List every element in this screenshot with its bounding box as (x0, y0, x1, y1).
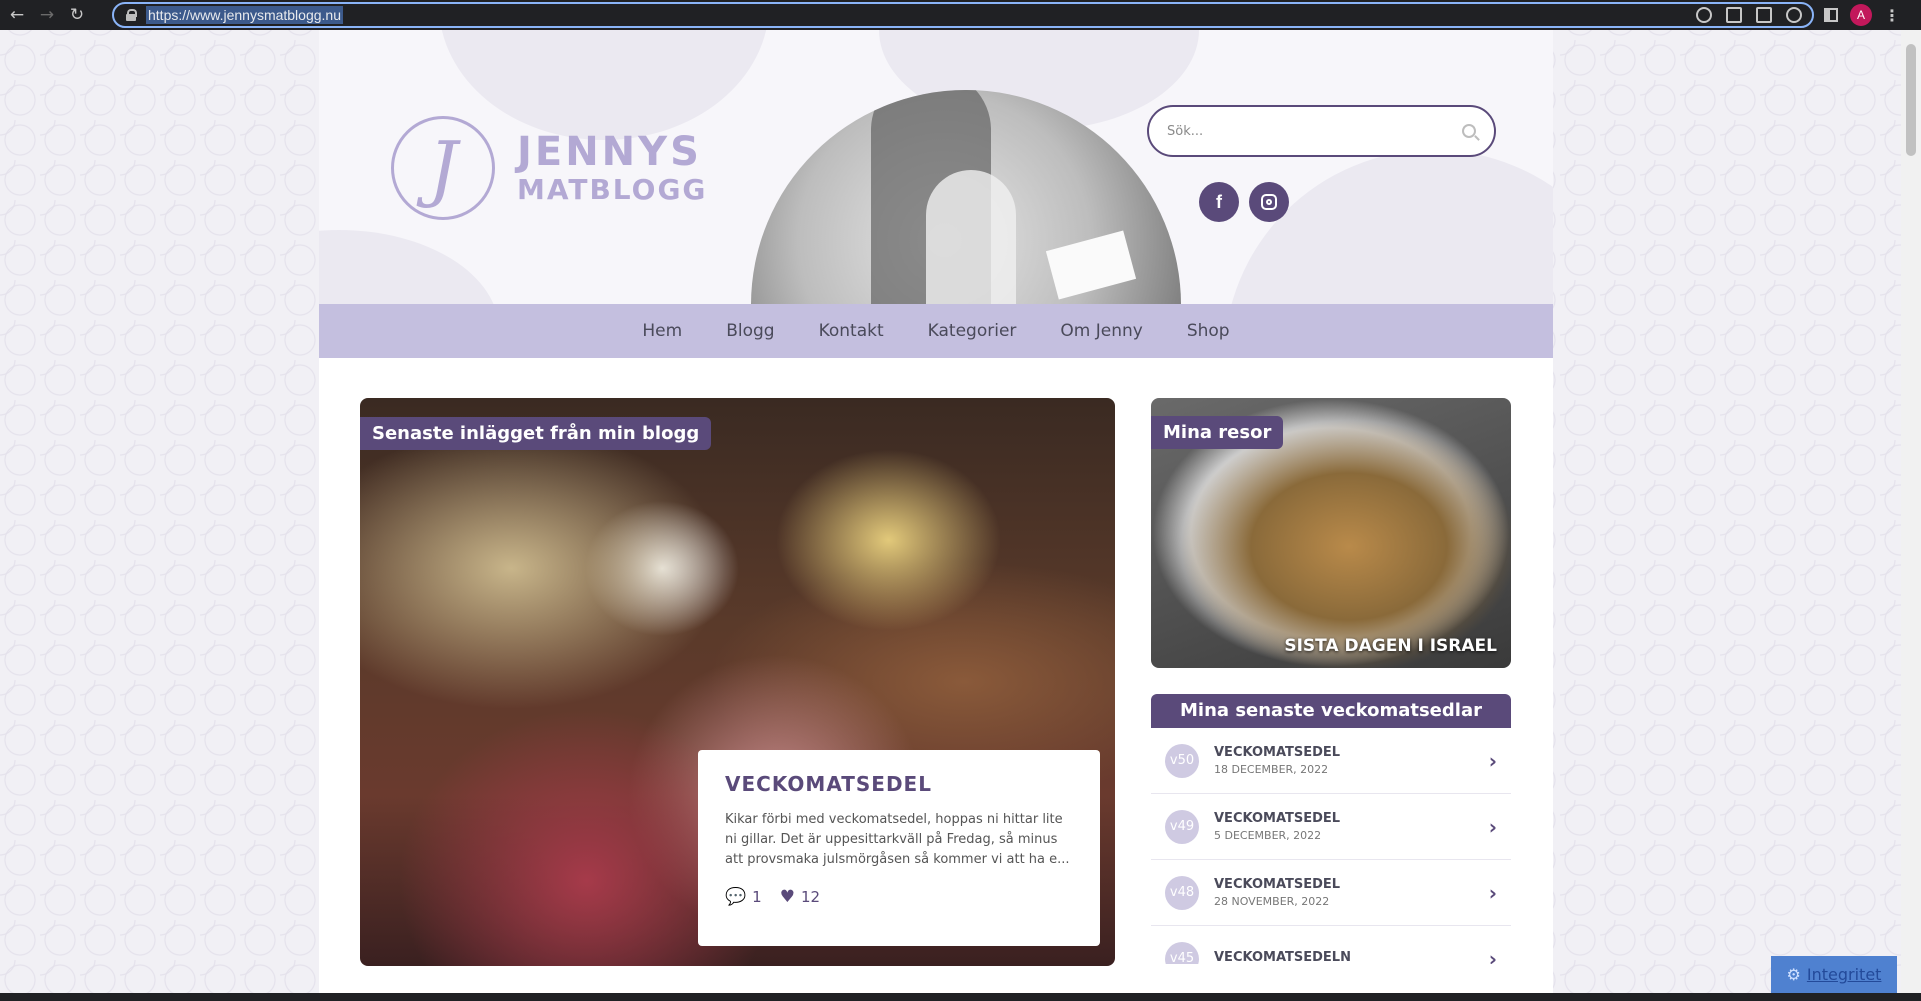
menu-date: 28 NOVEMBER, 2022 (1214, 895, 1330, 908)
featured-post[interactable]: Senaste inlägget från min blogg VECKOMAT… (360, 398, 1115, 966)
nav-item-kategorier[interactable]: Kategorier (928, 321, 1017, 341)
logo-line2: MATBLOGG (517, 173, 708, 206)
window-bottom-edge (0, 993, 1921, 1001)
share-icon[interactable] (1756, 7, 1772, 23)
featured-tag: Senaste inlägget från min blogg (360, 417, 712, 450)
address-bar[interactable]: https://www.jennysmatblogg.nu (112, 2, 1814, 28)
browser-toolbar: ← → ↻ https://www.jennysmatblogg.nu A ⋮ (0, 0, 1921, 30)
weekly-menus-widget: Mina senaste veckomatsedlar v50 VECKOMAT… (1151, 694, 1511, 964)
weekly-menus-header: Mina senaste veckomatsedlar (1151, 694, 1511, 728)
google-lens-icon[interactable] (1696, 7, 1712, 23)
chevron-right-icon[interactable]: › (1489, 749, 1497, 773)
reload-icon[interactable]: ↻ (64, 2, 90, 28)
nav-item-om-jenny[interactable]: Om Jenny (1060, 321, 1142, 341)
url-text[interactable]: https://www.jennysmatblogg.nu (146, 6, 343, 24)
week-badge: v45 (1165, 941, 1199, 964)
chevron-right-icon[interactable]: › (1489, 815, 1497, 839)
scrollbar-thumb[interactable] (1906, 44, 1916, 156)
post-excerpt: Kikar förbi med veckomatsedel, hoppas ni… (725, 812, 1070, 867)
page-scrollbar[interactable] (1901, 30, 1921, 993)
privacy-label: Integritet (1806, 965, 1882, 984)
decor-circle (319, 230, 499, 304)
weekly-menus-list: v50 VECKOMATSEDEL 18 DECEMBER, 2022 › v4… (1151, 728, 1511, 964)
comment-icon: 💬 (725, 886, 747, 907)
chevron-right-icon[interactable]: › (1489, 881, 1497, 905)
comments-count[interactable]: 💬 1 (725, 888, 762, 906)
more-menu-icon[interactable]: ⋮ (1884, 6, 1900, 25)
heart-icon: ♥ (779, 886, 795, 907)
search-icon[interactable] (1462, 124, 1476, 138)
list-item[interactable]: v45 VECKOMATSEDELN › (1151, 926, 1511, 964)
translate-icon[interactable] (1726, 7, 1742, 23)
nav-item-hem[interactable]: Hem (642, 321, 682, 341)
post-meta: 💬 1 ♥ 12 (725, 888, 1073, 906)
back-icon[interactable]: ← (4, 2, 30, 28)
site-header: J JENNYS MATBLOGG f (319, 30, 1553, 304)
week-badge: v50 (1165, 743, 1199, 778)
list-item[interactable]: v50 VECKOMATSEDEL 18 DECEMBER, 2022 › (1151, 728, 1511, 794)
menu-title: VECKOMATSEDELN (1214, 949, 1351, 965)
chevron-right-icon[interactable]: › (1489, 947, 1497, 965)
nav-item-shop[interactable]: Shop (1187, 321, 1230, 341)
menu-title: VECKOMATSEDEL (1214, 745, 1341, 760)
logo-line1: JENNYS (517, 129, 702, 175)
lock-icon[interactable] (126, 9, 137, 21)
logo-monogram-icon: J (391, 116, 495, 220)
nav-item-blogg[interactable]: Blogg (726, 321, 774, 341)
main-nav: Hem Blogg Kontakt Kategorier Om Jenny Sh… (319, 304, 1553, 358)
facebook-icon[interactable]: f (1199, 182, 1239, 222)
week-badge: v49 (1165, 809, 1199, 844)
post-card[interactable]: VECKOMATSEDEL Kikar förbi med veckomatse… (698, 750, 1100, 946)
post-title[interactable]: VECKOMATSEDEL (725, 772, 1073, 796)
nav-item-kontakt[interactable]: Kontakt (819, 321, 884, 341)
main-content: Senaste inlägget från min blogg VECKOMAT… (319, 358, 1553, 966)
instagram-icon[interactable] (1249, 182, 1289, 222)
travel-card[interactable]: Mina resor SISTA DAGEN I ISRAEL (1151, 398, 1511, 668)
list-item[interactable]: v48 VECKOMATSEDEL 28 NOVEMBER, 2022 › (1151, 860, 1511, 926)
search-input[interactable] (1167, 123, 1462, 139)
search-bar (1147, 105, 1496, 157)
forward-icon[interactable]: → (34, 2, 60, 28)
menu-date: 5 DECEMBER, 2022 (1214, 829, 1322, 842)
likes-count[interactable]: ♥ 12 (780, 888, 820, 906)
gear-icon: ⚙ (1786, 965, 1801, 984)
list-item[interactable]: v49 VECKOMATSEDEL 5 DECEMBER, 2022 › (1151, 794, 1511, 860)
page-container: J JENNYS MATBLOGG f Hem Blogg Kontakt Ka… (319, 30, 1553, 993)
decor-circle (1224, 150, 1553, 304)
comments-value: 1 (752, 888, 762, 906)
menu-date: 18 DECEMBER, 2022 (1214, 763, 1329, 776)
profile-avatar[interactable]: A (1850, 4, 1872, 26)
travel-caption[interactable]: SISTA DAGEN I ISRAEL (1284, 636, 1497, 656)
header-photo (751, 90, 1181, 304)
travel-tag: Mina resor (1151, 416, 1284, 449)
menu-title: VECKOMATSEDEL (1214, 811, 1341, 826)
privacy-button[interactable]: ⚙ Integritet (1771, 956, 1897, 993)
menu-title: VECKOMATSEDEL (1214, 877, 1341, 892)
side-panel-icon[interactable] (1824, 8, 1838, 22)
bookmark-star-icon[interactable] (1786, 7, 1802, 23)
likes-value: 12 (800, 888, 821, 906)
site-logo[interactable]: J JENNYS MATBLOGG (391, 116, 707, 220)
week-badge: v48 (1165, 875, 1199, 910)
